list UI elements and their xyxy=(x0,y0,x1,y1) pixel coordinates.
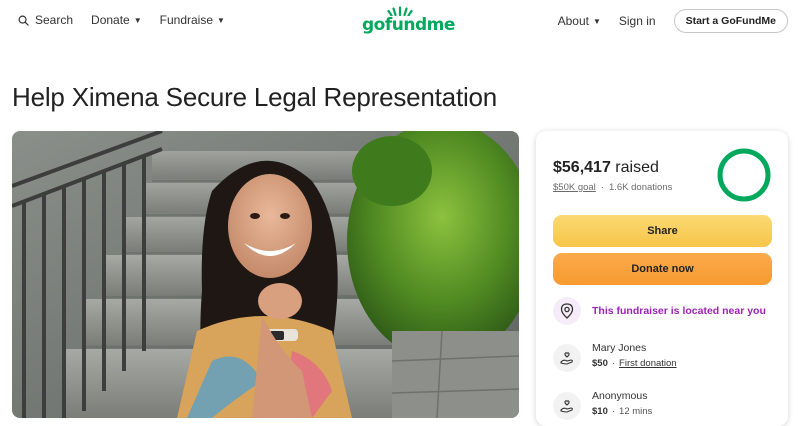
sign-in-label: Sign in xyxy=(618,14,656,28)
location-notice-text: This fundraiser is located near you xyxy=(592,305,766,317)
donor-name: Mary Jones xyxy=(592,342,647,354)
donation-time: 12 mins xyxy=(619,406,653,417)
donation-count: 1.6K donations xyxy=(608,182,673,193)
nav-right: About ▼ Sign in Start a GoFundMe xyxy=(558,9,788,33)
chevron-down-icon: ▼ xyxy=(217,15,225,25)
donate-now-button[interactable]: Donate now xyxy=(553,253,772,285)
donation-hand-icon xyxy=(553,392,581,420)
search-icon xyxy=(18,15,29,26)
first-donation-link[interactable]: First donation xyxy=(619,358,677,369)
nav-left: Search Donate ▼ Fundraise ▼ xyxy=(18,13,243,27)
fundraise-menu-label: Fundraise xyxy=(159,13,214,27)
location-notice: This fundraiser is located near you xyxy=(553,297,766,325)
search-label: Search xyxy=(35,13,74,27)
gofundme-logo[interactable]: gofundme xyxy=(362,6,455,36)
goal-amount[interactable]: $50K goal xyxy=(553,182,596,193)
raised-suffix: raised xyxy=(610,159,659,176)
hero-photo xyxy=(12,131,519,418)
raised-amount: $56,417 xyxy=(553,159,611,176)
donate-menu-label: Donate xyxy=(91,13,130,27)
page-title: Help Ximena Secure Legal Representation xyxy=(12,82,498,112)
separator-dot: · xyxy=(611,358,616,369)
recent-donation: Mary Jones $50 · First donation xyxy=(553,342,677,372)
progress-ring xyxy=(717,148,771,202)
donor-meta: $10 · 12 mins xyxy=(592,406,652,417)
about-menu-label: About xyxy=(557,14,589,28)
chevron-down-icon: ▼ xyxy=(133,15,142,25)
separator-dot: · xyxy=(611,406,616,417)
donor-meta: $50 · First donation xyxy=(592,358,677,369)
goal-line: $50K goal · 1.6K donations xyxy=(553,182,672,193)
share-button[interactable]: Share xyxy=(553,215,772,247)
donate-menu[interactable]: Donate ▼ xyxy=(91,13,142,27)
donation-hand-icon xyxy=(553,344,581,372)
about-menu[interactable]: About ▼ xyxy=(558,14,601,28)
donor-amount: $50 xyxy=(592,358,608,369)
top-nav: Search Donate ▼ Fundraise ▼ gofundme Abo… xyxy=(0,0,800,40)
donation-card: $56,417 raised $50K goal · 1.6K donation… xyxy=(536,131,788,426)
location-pin-icon xyxy=(553,297,581,325)
start-gofundme-button[interactable]: Start a GoFundMe xyxy=(673,9,788,33)
separator-dot: · xyxy=(600,182,604,193)
logo-wordmark: gofundme xyxy=(362,15,455,35)
amount-raised: $56,417 raised xyxy=(553,159,659,177)
fundraise-menu[interactable]: Fundraise ▼ xyxy=(160,13,225,27)
fundraiser-hero-image xyxy=(12,131,519,418)
chevron-down-icon: ▼ xyxy=(592,16,601,26)
recent-donation: Anonymous $10 · 12 mins xyxy=(553,390,652,420)
search-link[interactable]: Search xyxy=(18,13,73,27)
donor-amount: $10 xyxy=(592,406,608,417)
sign-in-link[interactable]: Sign in xyxy=(619,14,656,28)
donor-name: Anonymous xyxy=(592,390,648,402)
